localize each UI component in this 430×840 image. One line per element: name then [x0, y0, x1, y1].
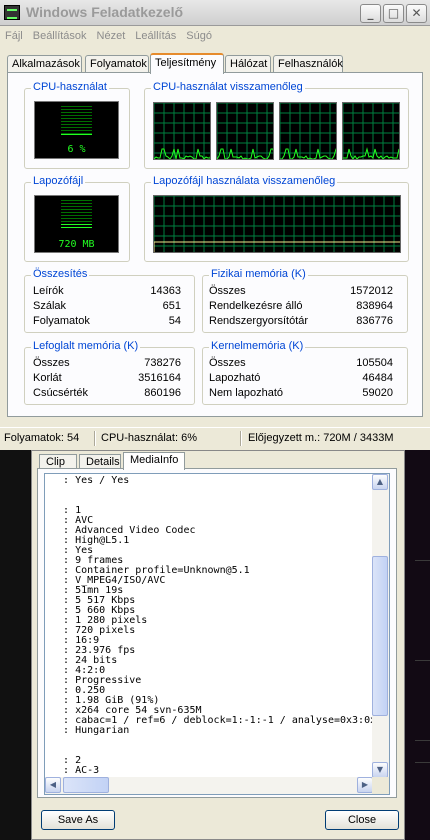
commit-total-row: Összes 738276	[33, 357, 181, 369]
physical-cache-row: Rendszergyorsítótár 836776	[209, 315, 393, 327]
menu-options[interactable]: Beállítások	[28, 27, 92, 42]
cpu-history-graph-core-2	[216, 102, 274, 160]
save-as-button[interactable]: Save As	[41, 810, 115, 830]
pagefile-history-graph	[153, 195, 401, 253]
task-manager-icon	[4, 5, 20, 20]
mediainfo-text[interactable]: : Yes / Yes : 1 : AVC : Advanced Video C…	[45, 474, 373, 778]
performance-panel: CPU-használat 6 % CPU-használat visszame…	[7, 72, 423, 417]
background-window-edge	[0, 450, 30, 840]
pagefile-label: Lapozófájl	[31, 175, 86, 187]
cpu-history-graph-core-4	[342, 102, 400, 160]
pagefile-history-group: Lapozófájl használata visszamenőleg	[144, 175, 409, 262]
physical-available-row: Rendelkezésre álló 838964	[209, 300, 393, 312]
physical-total-row: Összes 1572012	[209, 285, 393, 297]
kernel-memory-label: Kernelmemória (K)	[209, 340, 306, 352]
menu-bar: Fájl Beállítások Nézet Leállítás Súgó	[0, 27, 430, 47]
vertical-scrollbar[interactable]: ▲ ▼	[372, 474, 389, 778]
task-manager-window: Windows Feladatkezelő _ □ ✕ Fájl Beállítá…	[0, 0, 430, 450]
scroll-right-arrow-icon[interactable]: ▶	[357, 777, 373, 793]
totals-handles-row: Leírók 14363	[33, 285, 181, 297]
scrollbar-corner	[372, 777, 389, 794]
mediainfo-line: : 2	[51, 755, 82, 766]
pagefile-fill	[61, 224, 92, 230]
cpu-history-line	[217, 148, 273, 159]
commit-limit-row: Korlát 3516164	[33, 372, 181, 384]
window-title: Windows Feladatkezelő	[26, 4, 184, 20]
kernel-memory-group: Kernelmemória (K) Összes 105504 Lapozható…	[202, 340, 408, 405]
mediainfo-line	[51, 736, 373, 746]
tab-mediainfo[interactable]: MediaInfo	[123, 452, 185, 470]
horizontal-scrollbar[interactable]: ◀ ▶	[45, 777, 373, 794]
cpu-usage-meter: 6 %	[34, 101, 119, 159]
totals-group: Összesítés Leírók 14363 Szálak 651 Folyama…	[24, 268, 195, 333]
physical-memory-label: Fizikai memória (K)	[209, 268, 308, 280]
mediainfo-panel: : Yes / Yes : 1 : AVC : Advanced Video C…	[37, 468, 397, 798]
mediainfo-line: : 720 pixels	[51, 625, 136, 636]
cpu-history-line	[154, 148, 210, 159]
cpu-history-line	[280, 148, 336, 159]
close-dialog-button[interactable]: Close	[325, 810, 399, 830]
pagefile-history-label: Lapozófájl használata visszamenőleg	[151, 175, 338, 187]
tab-users[interactable]: Felhasználók	[273, 55, 343, 73]
cpu-history-graph-core-3	[279, 102, 337, 160]
totals-processes-row: Folyamatok 54	[33, 315, 181, 327]
mediainfo-line: : 1	[51, 505, 82, 516]
cpu-usage-value: 6 %	[67, 144, 86, 155]
pagefile-group: Lapozófájl 720 MB	[24, 175, 130, 262]
status-commit-charge: Előjegyzett m.: 720M / 3433M	[248, 432, 394, 444]
totals-threads-row: Szálak 651	[33, 300, 181, 312]
mediainfo-line	[51, 746, 373, 756]
tab-performance[interactable]: Teljesítmény	[150, 53, 224, 74]
cpu-usage-fill	[61, 134, 92, 136]
cpu-history-line	[343, 147, 399, 159]
scroll-up-arrow-icon[interactable]: ▲	[372, 474, 388, 490]
menu-file[interactable]: Fájl	[0, 27, 28, 42]
tab-network[interactable]: Hálózat	[225, 55, 271, 73]
pagefile-value: 720 MB	[58, 239, 95, 250]
maximize-button[interactable]: □	[383, 4, 404, 23]
mediainfo-line: : High@L5.1	[51, 535, 130, 546]
commit-charge-group: Lefoglalt memória (K) Összes 738276 Korlá…	[24, 340, 195, 405]
horizontal-scroll-thumb[interactable]	[63, 777, 109, 793]
scroll-left-arrow-icon[interactable]: ◀	[45, 777, 61, 793]
mediainfo-text-box[interactable]: : Yes / Yes : 1 : AVC : Advanced Video C…	[44, 473, 390, 795]
cpu-usage-label: CPU-használat	[31, 81, 109, 93]
physical-memory-group: Fizikai memória (K) Összes 1572012 Rendel…	[202, 268, 408, 333]
commit-peak-row: Csúcsérték 860196	[33, 387, 181, 399]
tab-processes[interactable]: Folyamatok	[85, 55, 149, 73]
pagefile-meter: 720 MB	[34, 195, 119, 253]
background-window-right-edge	[405, 450, 430, 840]
kernel-nonpaged-row: Nem lapozható 59020	[209, 387, 393, 399]
minimize-button[interactable]: _	[360, 4, 381, 23]
mediainfo-dialog: Clip Details MediaInfo : Yes / Yes : 1 :…	[31, 450, 405, 840]
mediainfo-line: : Yes / Yes	[51, 475, 130, 486]
cpu-usage-group: CPU-használat 6 %	[24, 81, 130, 169]
menu-view[interactable]: Nézet	[92, 27, 131, 42]
cpu-history-label: CPU-használat visszamenőleg	[151, 81, 305, 93]
commit-charge-label: Lefoglalt memória (K)	[31, 340, 141, 352]
menu-help[interactable]: Súgó	[181, 27, 217, 42]
mediainfo-line: : AC-3	[51, 765, 100, 776]
status-cpu-usage: CPU-használat: 6%	[101, 432, 197, 444]
close-button[interactable]: ✕	[406, 4, 427, 23]
kernel-paged-row: Lapozható 46484	[209, 372, 393, 384]
vertical-scroll-thumb[interactable]	[372, 556, 388, 716]
scroll-down-arrow-icon[interactable]: ▼	[372, 762, 388, 778]
status-processes: Folyamatok: 54	[4, 432, 80, 444]
status-bar: Folyamatok: 54 CPU-használat: 6% Előjegy…	[0, 427, 430, 449]
title-bar[interactable]: Windows Feladatkezelő _ □ ✕	[0, 0, 430, 26]
cpu-history-group: CPU-használat visszamenőleg	[144, 81, 409, 169]
tab-applications[interactable]: Alkalmazások	[7, 55, 82, 73]
mediainfo-line	[51, 496, 373, 506]
mediainfo-line	[51, 486, 373, 496]
mediainfo-line: : Hungarian	[51, 725, 130, 736]
menu-shutdown[interactable]: Leállítás	[130, 27, 181, 42]
kernel-total-row: Összes 105504	[209, 357, 393, 369]
totals-label: Összesítés	[31, 268, 90, 280]
cpu-history-graph-core-1	[153, 102, 211, 160]
